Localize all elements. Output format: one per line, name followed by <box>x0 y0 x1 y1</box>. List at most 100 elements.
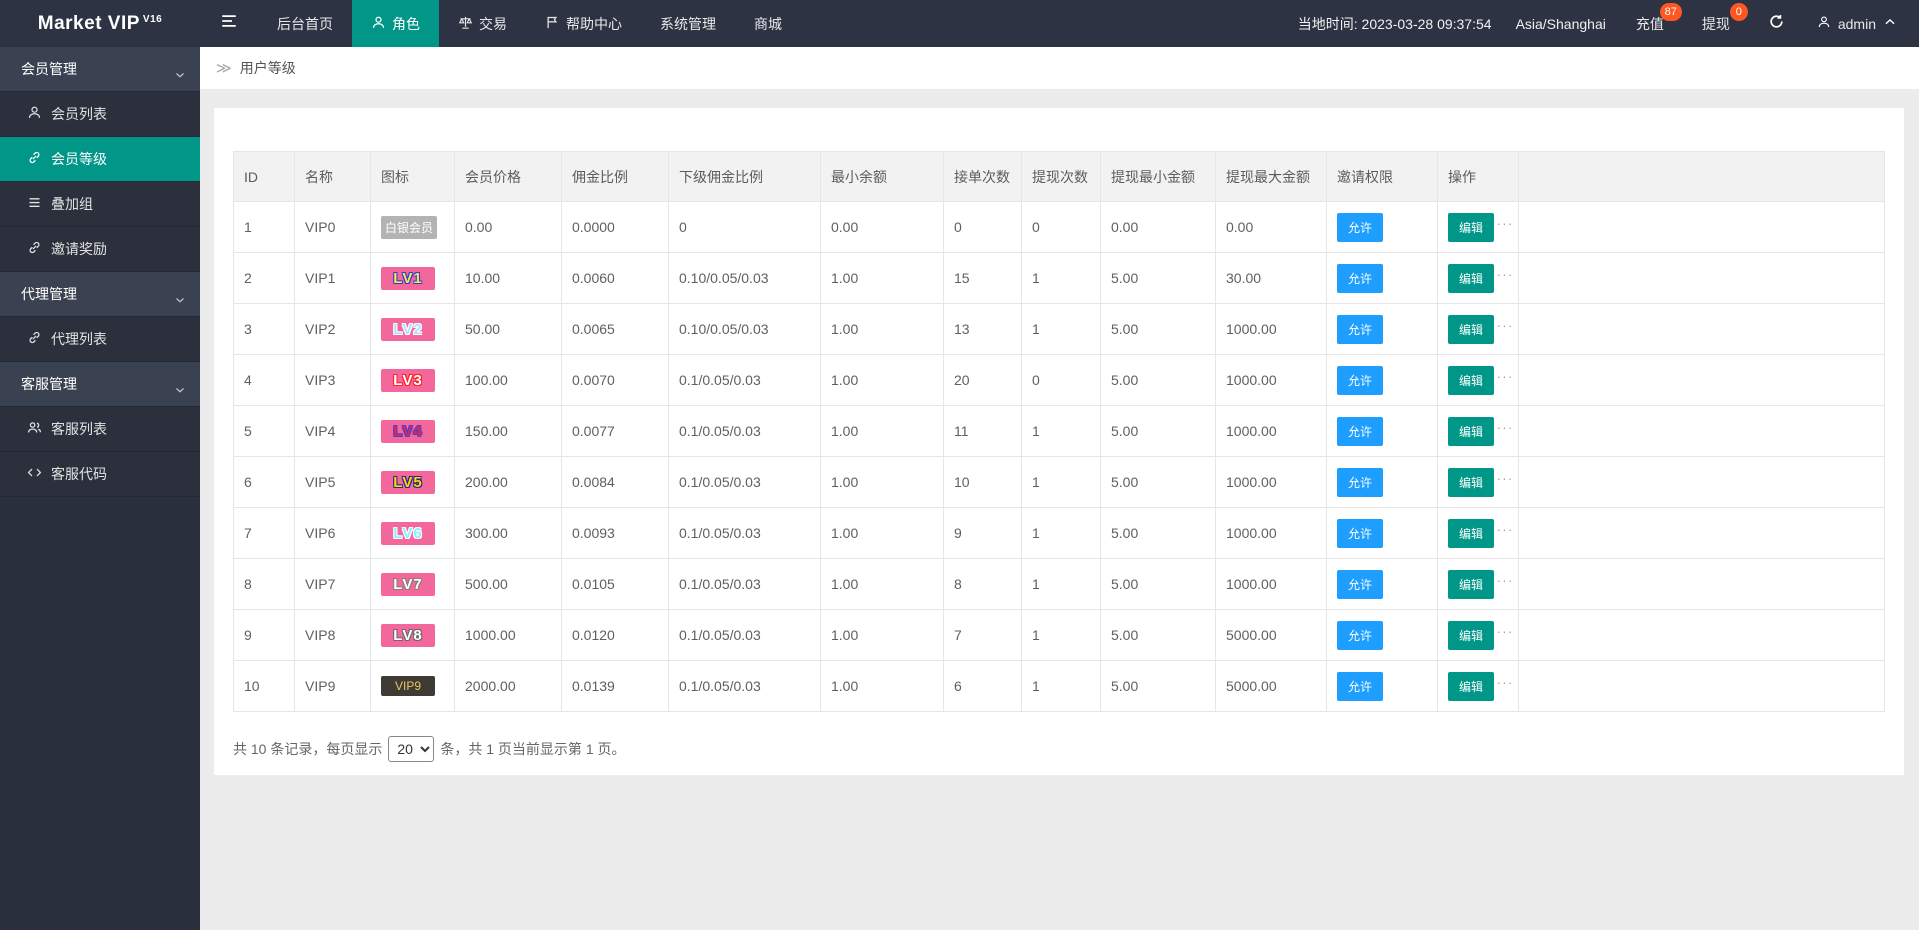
nav-item-help-center[interactable]: 帮助中心 <box>526 0 641 47</box>
edit-button[interactable]: 编辑 <box>1448 570 1494 599</box>
cell-price: 2000.00 <box>455 661 562 712</box>
cell-filler <box>1519 355 1885 406</box>
sidebar-group-agent-mgmt[interactable]: 代理管理 <box>0 272 200 317</box>
edit-button[interactable]: 编辑 <box>1448 264 1494 293</box>
cell-withdraw-count: 1 <box>1022 661 1101 712</box>
nav-item-roles[interactable]: 角色 <box>352 0 439 47</box>
more-icon[interactable]: ... <box>1497 264 1514 279</box>
edit-button[interactable]: 编辑 <box>1448 213 1494 242</box>
sidebar-item-service-list[interactable]: 客服列表 <box>0 407 200 452</box>
level-badge-icon: LV5 <box>381 471 435 494</box>
allow-button[interactable]: 允许 <box>1337 417 1383 446</box>
sidebar-toggle-button[interactable] <box>200 0 258 47</box>
list-icon <box>27 195 42 213</box>
cell-order-count: 7 <box>944 610 1022 661</box>
cell-min-balance: 1.00 <box>821 508 944 559</box>
allow-button[interactable]: 允许 <box>1337 264 1383 293</box>
edit-button[interactable]: 编辑 <box>1448 672 1494 701</box>
more-icon[interactable]: ... <box>1497 366 1514 381</box>
cell-icon: 白银会员 <box>371 202 455 253</box>
cell-filler <box>1519 253 1885 304</box>
edit-button[interactable]: 编辑 <box>1448 621 1494 650</box>
nav-item-trade[interactable]: 交易 <box>439 0 526 47</box>
sidebar-item-stack-group[interactable]: 叠加组 <box>0 182 200 227</box>
edit-button[interactable]: 编辑 <box>1448 315 1494 344</box>
cell-id: 2 <box>234 253 295 304</box>
more-icon[interactable]: ... <box>1497 417 1514 432</box>
column-header: 最小余额 <box>821 152 944 202</box>
cell-id: 8 <box>234 559 295 610</box>
table-row: 2 VIP1 LV1 10.00 0.0060 0.10/0.05/0.03 1… <box>234 253 1885 304</box>
cell-min-balance: 1.00 <box>821 610 944 661</box>
edit-button[interactable]: 编辑 <box>1448 519 1494 548</box>
cell-price: 300.00 <box>455 508 562 559</box>
cell-name: VIP5 <box>295 457 371 508</box>
sidebar-item-agent-list[interactable]: 代理列表 <box>0 317 200 362</box>
sidebar-group-service-mgmt[interactable]: 客服管理 <box>0 362 200 407</box>
cell-id: 7 <box>234 508 295 559</box>
cell-actions: 编辑... <box>1438 559 1519 610</box>
content-card: ID名称图标会员价格佣金比例下级佣金比例最小余额接单次数提现次数提现最小金额提现… <box>214 108 1904 775</box>
more-icon[interactable]: ... <box>1497 519 1514 534</box>
column-header: 下级佣金比例 <box>669 152 821 202</box>
more-icon[interactable]: ... <box>1497 213 1514 228</box>
cell-name: VIP4 <box>295 406 371 457</box>
allow-button[interactable]: 允许 <box>1337 315 1383 344</box>
cell-invite-permission: 允许 <box>1327 355 1438 406</box>
sidebar-item-member-list[interactable]: 会员列表 <box>0 92 200 137</box>
cell-withdraw-min: 5.00 <box>1101 457 1216 508</box>
sidebar-group-member-mgmt[interactable]: 会员管理 <box>0 47 200 92</box>
cell-withdraw-count: 0 <box>1022 355 1101 406</box>
cell-actions: 编辑... <box>1438 457 1519 508</box>
sidebar-item-member-level[interactable]: 会员等级 <box>0 137 200 182</box>
table-header-row: ID名称图标会员价格佣金比例下级佣金比例最小余额接单次数提现次数提现最小金额提现… <box>234 152 1885 202</box>
cell-filler <box>1519 610 1885 661</box>
allow-button[interactable]: 允许 <box>1337 621 1383 650</box>
cell-withdraw-max: 1000.00 <box>1216 355 1327 406</box>
cell-withdraw-count: 1 <box>1022 406 1101 457</box>
allow-button[interactable]: 允许 <box>1337 672 1383 701</box>
page-size-select[interactable]: 20 <box>388 736 434 762</box>
allow-button[interactable]: 允许 <box>1337 213 1383 242</box>
more-icon[interactable]: ... <box>1497 315 1514 330</box>
more-icon[interactable]: ... <box>1497 570 1514 585</box>
cell-filler <box>1519 661 1885 712</box>
more-icon[interactable]: ... <box>1497 621 1514 636</box>
cell-sub-commission: 0.10/0.05/0.03 <box>669 253 821 304</box>
app-title: Market VIP <box>38 13 140 35</box>
allow-button[interactable]: 允许 <box>1337 468 1383 497</box>
nav-item-system[interactable]: 系统管理 <box>641 0 735 47</box>
cell-name: VIP0 <box>295 202 371 253</box>
allow-button[interactable]: 允许 <box>1337 570 1383 599</box>
cell-price: 0.00 <box>455 202 562 253</box>
more-icon[interactable]: ... <box>1497 672 1514 687</box>
cell-filler <box>1519 559 1885 610</box>
recharge-button[interactable]: 充值 87 <box>1620 0 1686 47</box>
nav-item-dashboard[interactable]: 后台首页 <box>258 0 352 47</box>
edit-button[interactable]: 编辑 <box>1448 366 1494 395</box>
cell-invite-permission: 允许 <box>1327 661 1438 712</box>
withdraw-button[interactable]: 提现 0 <box>1686 0 1752 47</box>
cell-sub-commission: 0.1/0.05/0.03 <box>669 406 821 457</box>
nav-item-mall[interactable]: 商城 <box>735 0 801 47</box>
edit-button[interactable]: 编辑 <box>1448 417 1494 446</box>
user-menu[interactable]: admin <box>1801 0 1919 47</box>
cell-invite-permission: 允许 <box>1327 202 1438 253</box>
table-row: 10 VIP9 VIP9 2000.00 0.0139 0.1/0.05/0.0… <box>234 661 1885 712</box>
sidebar-item-invite-reward[interactable]: 邀请奖励 <box>0 227 200 272</box>
cell-order-count: 10 <box>944 457 1022 508</box>
breadcrumb-label: 用户等级 <box>240 58 296 78</box>
cell-icon: LV2 <box>371 304 455 355</box>
app-logo[interactable]: Market VIPV16 <box>0 0 200 47</box>
sidebar-item-service-code[interactable]: 客服代码 <box>0 452 200 497</box>
edit-button[interactable]: 编辑 <box>1448 468 1494 497</box>
allow-button[interactable]: 允许 <box>1337 366 1383 395</box>
cell-price: 500.00 <box>455 559 562 610</box>
cell-id: 1 <box>234 202 295 253</box>
allow-button[interactable]: 允许 <box>1337 519 1383 548</box>
more-icon[interactable]: ... <box>1497 468 1514 483</box>
hamburger-icon <box>220 12 238 35</box>
refresh-button[interactable] <box>1752 0 1801 47</box>
cell-min-balance: 1.00 <box>821 304 944 355</box>
cell-sub-commission: 0 <box>669 202 821 253</box>
